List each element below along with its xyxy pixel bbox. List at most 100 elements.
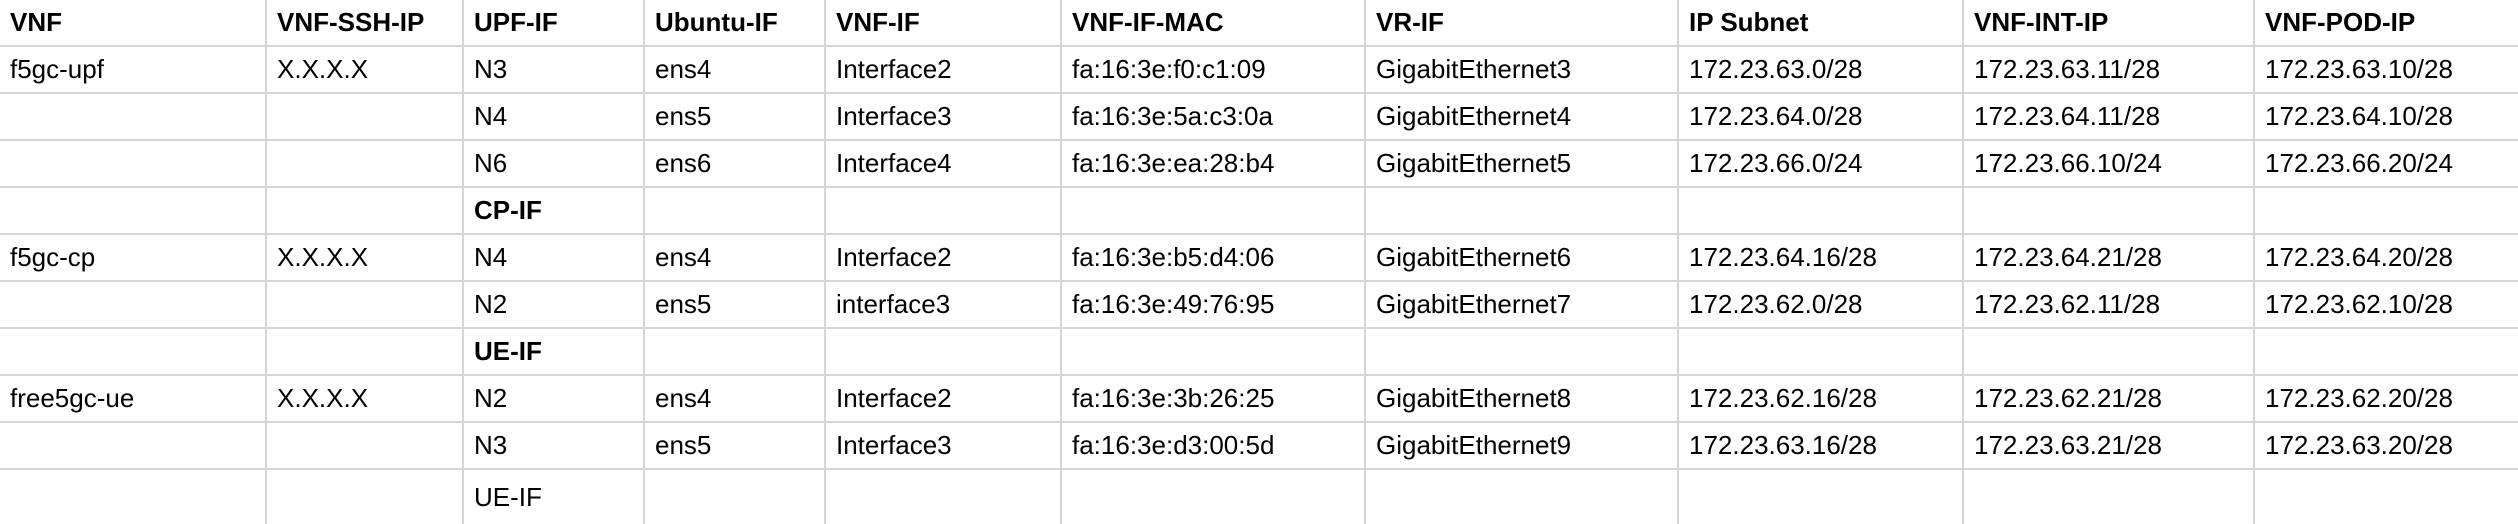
cell-vnf-ssh-ip[interactable] (266, 140, 464, 188)
cell-ubuntu-if[interactable]: ens5 (644, 281, 826, 329)
cell-if-type[interactable]: N4 (463, 93, 645, 141)
cell-ubuntu-if[interactable]: ens6 (644, 140, 826, 188)
cell-vnf[interactable] (0, 469, 267, 524)
cell-vnf-pod-ip[interactable] (2254, 469, 2518, 524)
cell-vnf-if[interactable] (825, 328, 1062, 376)
cell-vnf-if[interactable]: Interface2 (825, 46, 1062, 94)
cell-vr-if[interactable] (1365, 328, 1679, 376)
cell-vnf-if[interactable]: Interface2 (825, 375, 1062, 423)
cell-vr-if[interactable]: GigabitEthernet7 (1365, 281, 1679, 329)
cell-if-type[interactable]: N6 (463, 140, 645, 188)
column-header-vnf-pod-ip[interactable]: VNF-POD-IP (2254, 0, 2518, 47)
cell-ubuntu-if[interactable] (644, 187, 826, 235)
cell-vnf-pod-ip[interactable]: 172.23.62.20/28 (2254, 375, 2518, 423)
cell-vnf-ssh-ip[interactable] (266, 328, 464, 376)
cell-vnf-ssh-ip[interactable]: X.X.X.X (266, 234, 464, 282)
cell-ip-subnet[interactable] (1678, 328, 1964, 376)
cell-vnf-int-ip[interactable]: 172.23.62.11/28 (1963, 281, 2255, 329)
cell-vnf-if-mac[interactable]: fa:16:3e:f0:c1:09 (1061, 46, 1366, 94)
cell-vnf[interactable] (0, 140, 267, 188)
cell-if-type[interactable]: N2 (463, 375, 645, 423)
cell-vnf[interactable]: f5gc-cp (0, 234, 267, 282)
cell-vnf-ssh-ip[interactable] (266, 93, 464, 141)
cell-ip-subnet[interactable]: 172.23.64.0/28 (1678, 93, 1964, 141)
column-header-if-type[interactable]: UPF-IF (463, 0, 645, 47)
cell-ip-subnet[interactable]: 172.23.62.0/28 (1678, 281, 1964, 329)
cell-vnf-ssh-ip[interactable] (266, 469, 464, 524)
cell-vnf-if[interactable]: interface3 (825, 281, 1062, 329)
column-header-vnf-if[interactable]: VNF-IF (825, 0, 1062, 47)
cell-vnf[interactable] (0, 187, 267, 235)
cell-vnf-int-ip[interactable]: 172.23.63.11/28 (1963, 46, 2255, 94)
cell-vnf-pod-ip[interactable]: 172.23.64.10/28 (2254, 93, 2518, 141)
cell-vnf-if[interactable] (825, 469, 1062, 524)
cell-vnf-int-ip[interactable] (1963, 469, 2255, 524)
column-header-vnf-ssh-ip[interactable]: VNF-SSH-IP (266, 0, 464, 47)
cell-ip-subnet[interactable]: 172.23.66.0/24 (1678, 140, 1964, 188)
cell-vr-if[interactable]: GigabitEthernet8 (1365, 375, 1679, 423)
cell-vnf-if-mac[interactable]: fa:16:3e:ea:28:b4 (1061, 140, 1366, 188)
cell-vnf-if[interactable]: Interface2 (825, 234, 1062, 282)
cell-ip-subnet[interactable] (1678, 187, 1964, 235)
cell-vr-if[interactable] (1365, 187, 1679, 235)
cell-vnf[interactable]: f5gc-upf (0, 46, 267, 94)
cell-if-type[interactable]: CP-IF (463, 187, 645, 235)
column-header-vnf-if-mac[interactable]: VNF-IF-MAC (1061, 0, 1366, 47)
cell-vnf[interactable]: free5gc-ue (0, 375, 267, 423)
column-header-ubuntu-if[interactable]: Ubuntu-IF (644, 0, 826, 47)
cell-vr-if[interactable]: GigabitEthernet5 (1365, 140, 1679, 188)
cell-if-type[interactable]: UE-IF (463, 469, 645, 524)
cell-ubuntu-if[interactable]: ens4 (644, 46, 826, 94)
cell-vr-if[interactable]: GigabitEthernet4 (1365, 93, 1679, 141)
cell-vnf-if[interactable] (825, 187, 1062, 235)
cell-ip-subnet[interactable] (1678, 469, 1964, 524)
cell-vnf-pod-ip[interactable] (2254, 187, 2518, 235)
cell-vnf-if-mac[interactable]: fa:16:3e:49:76:95 (1061, 281, 1366, 329)
cell-vnf-ssh-ip[interactable]: X.X.X.X (266, 375, 464, 423)
cell-vnf-if-mac[interactable] (1061, 328, 1366, 376)
cell-vnf-pod-ip[interactable]: 172.23.62.10/28 (2254, 281, 2518, 329)
cell-vnf[interactable] (0, 93, 267, 141)
cell-ip-subnet[interactable]: 172.23.62.16/28 (1678, 375, 1964, 423)
cell-ubuntu-if[interactable] (644, 328, 826, 376)
cell-ubuntu-if[interactable]: ens4 (644, 234, 826, 282)
cell-vnf-if[interactable]: Interface3 (825, 93, 1062, 141)
cell-vr-if[interactable] (1365, 469, 1679, 524)
cell-vnf-int-ip[interactable] (1963, 328, 2255, 376)
cell-vnf-ssh-ip[interactable] (266, 281, 464, 329)
cell-vnf-ssh-ip[interactable]: X.X.X.X (266, 46, 464, 94)
cell-vnf-pod-ip[interactable]: 172.23.66.20/24 (2254, 140, 2518, 188)
cell-if-type[interactable]: N3 (463, 46, 645, 94)
cell-vnf-if-mac[interactable] (1061, 469, 1366, 524)
cell-vnf-int-ip[interactable]: 172.23.64.21/28 (1963, 234, 2255, 282)
cell-ubuntu-if[interactable]: ens5 (644, 93, 826, 141)
cell-vnf-int-ip[interactable] (1963, 187, 2255, 235)
cell-vnf-if-mac[interactable]: fa:16:3e:b5:d4:06 (1061, 234, 1366, 282)
cell-vnf-int-ip[interactable]: 172.23.66.10/24 (1963, 140, 2255, 188)
cell-ubuntu-if[interactable] (644, 469, 826, 524)
column-header-vnf[interactable]: VNF (0, 0, 267, 47)
cell-vnf-pod-ip[interactable]: 172.23.63.10/28 (2254, 46, 2518, 94)
cell-vnf-int-ip[interactable]: 172.23.62.21/28 (1963, 375, 2255, 423)
cell-vnf-int-ip[interactable]: 172.23.64.11/28 (1963, 93, 2255, 141)
cell-vnf[interactable] (0, 281, 267, 329)
cell-vnf-if-mac[interactable]: fa:16:3e:5a:c3:0a (1061, 93, 1366, 141)
cell-vnf-if-mac[interactable] (1061, 187, 1366, 235)
cell-if-type[interactable]: N4 (463, 234, 645, 282)
cell-vnf-if-mac[interactable]: fa:16:3e:3b:26:25 (1061, 375, 1366, 423)
cell-if-type[interactable]: UE-IF (463, 328, 645, 376)
cell-ubuntu-if[interactable]: ens4 (644, 375, 826, 423)
cell-ip-subnet[interactable]: 172.23.64.16/28 (1678, 234, 1964, 282)
column-header-vr-if[interactable]: VR-IF (1365, 0, 1679, 47)
cell-vr-if[interactable]: GigabitEthernet6 (1365, 234, 1679, 282)
cell-vnf-pod-ip[interactable] (2254, 328, 2518, 376)
cell-vnf-pod-ip[interactable]: 172.23.64.20/28 (2254, 234, 2518, 282)
column-header-vnf-int-ip[interactable]: VNF-INT-IP (1963, 0, 2255, 47)
cell-vnf-if[interactable]: Interface4 (825, 140, 1062, 188)
cell-if-type[interactable]: N2 (463, 281, 645, 329)
column-header-ip-subnet[interactable]: IP Subnet (1678, 0, 1964, 47)
cell-ip-subnet[interactable]: 172.23.63.0/28 (1678, 46, 1964, 94)
cell-vnf-ssh-ip[interactable] (266, 187, 464, 235)
cell-vr-if[interactable]: GigabitEthernet3 (1365, 46, 1679, 94)
cell-vnf[interactable] (0, 328, 267, 376)
